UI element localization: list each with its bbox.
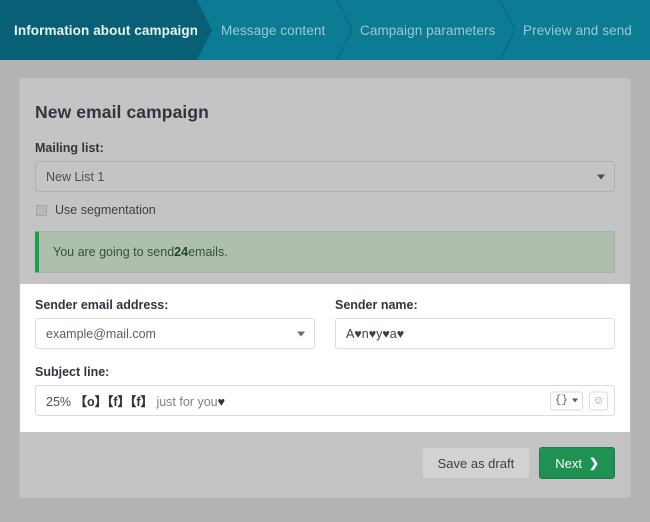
step-label: Information about campaign (14, 23, 198, 38)
step-campaign-parameters[interactable]: Campaign parameters (338, 0, 501, 60)
sender-name-group: Sender name: A♥n♥y♥a♥ (335, 298, 615, 349)
page-body: New email campaign Mailing list: New Lis… (0, 60, 650, 522)
sender-email-group: Sender email address: example@mail.com (35, 298, 315, 349)
subject-tail-text: just for you (153, 395, 218, 409)
subject-bracket-o: 【o】 (75, 395, 108, 409)
step-message-content[interactable]: Message content (197, 0, 338, 60)
emoji-smiley-icon: ☺ (593, 395, 604, 406)
sender-name-input[interactable]: A♥n♥y♥a♥ (335, 318, 615, 349)
subject-line-value: 25% 【o】【f】【f】 just for you♥ (46, 391, 225, 410)
sender-email-select[interactable]: example@mail.com (35, 318, 315, 349)
wizard-step-nav: Information about campaign Message conte… (0, 0, 650, 60)
step-label: Campaign parameters (360, 23, 495, 38)
merge-tag-icon: {} (555, 395, 568, 406)
chevron-down-icon (297, 331, 305, 336)
chevron-down-icon (597, 174, 605, 179)
alert-text-suffix: emails. (188, 245, 228, 259)
subject-heart-icon: ♥ (218, 395, 225, 409)
step-information-about-campaign[interactable]: Information about campaign (0, 0, 197, 60)
campaign-card: New email campaign Mailing list: New Lis… (19, 78, 631, 498)
chevron-right-icon: ❯ (589, 456, 599, 470)
sender-name-value: A♥n♥y♥a♥ (346, 327, 404, 341)
mailing-list-value: New List 1 (46, 170, 104, 184)
subject-percent: 25% (46, 395, 75, 409)
recipient-count-alert: You are going to send 24 emails. (35, 231, 615, 273)
step-preview-and-send[interactable]: Preview and send (501, 0, 650, 60)
step-label: Message content (221, 23, 325, 38)
save-as-draft-label: Save as draft (438, 456, 515, 471)
use-segmentation-checkbox[interactable] (36, 205, 47, 216)
sender-email-value: example@mail.com (46, 327, 156, 341)
subject-line-tools: {} ☺ (550, 391, 608, 410)
subject-line-label: Subject line: (35, 365, 615, 379)
use-segmentation-label: Use segmentation (55, 203, 156, 217)
next-label: Next (555, 456, 582, 471)
subject-bracket-f2: 【f】 (130, 395, 153, 409)
subject-bracket-f1: 【f】 (107, 395, 130, 409)
card-footer-actions: Save as draft Next ❯ (422, 447, 615, 479)
mailing-list-select[interactable]: New List 1 (35, 161, 615, 192)
next-button[interactable]: Next ❯ (539, 447, 615, 479)
sender-name-label: Sender name: (335, 298, 615, 312)
sender-details-panel: Sender email address: example@mail.com S… (20, 284, 630, 432)
save-as-draft-button[interactable]: Save as draft (422, 447, 531, 479)
use-segmentation-row[interactable]: Use segmentation (36, 203, 615, 217)
alert-email-count: 24 (174, 245, 188, 259)
emoji-picker-button[interactable]: ☺ (589, 391, 608, 410)
step-label: Preview and send (523, 23, 632, 38)
subject-line-group: Subject line: 25% 【o】【f】【f】 just for you… (35, 365, 615, 416)
merge-tag-button[interactable]: {} (550, 391, 583, 410)
sender-email-label: Sender email address: (35, 298, 315, 312)
page-title: New email campaign (35, 102, 615, 123)
sender-fields-row: Sender email address: example@mail.com S… (35, 298, 615, 349)
subject-line-input[interactable]: 25% 【o】【f】【f】 just for you♥ {} ☺ (35, 385, 615, 416)
mailing-list-label: Mailing list: (35, 141, 615, 155)
chevron-down-icon (572, 399, 578, 403)
alert-text-prefix: You are going to send (53, 245, 174, 259)
